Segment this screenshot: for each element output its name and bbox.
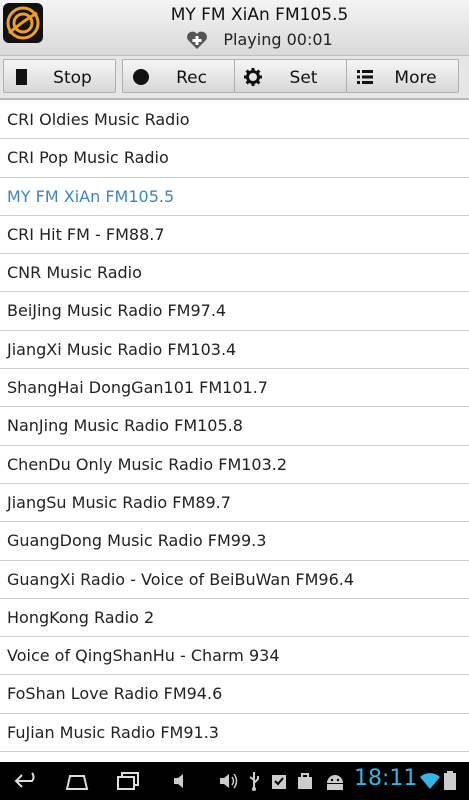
station-item[interactable]: Voice of QingShanHu - Charm 934 bbox=[0, 637, 469, 676]
store-bag-icon bbox=[298, 773, 312, 789]
station-item[interactable]: NanJing Music Radio FM105.8 bbox=[0, 407, 469, 446]
stop-label: Stop bbox=[53, 68, 92, 88]
station-item-active[interactable]: MY FM XiAn FM105.5 bbox=[0, 178, 469, 216]
android-debug-icon bbox=[327, 775, 343, 790]
toolbar: Stop Rec Set More bbox=[0, 56, 469, 100]
station-item[interactable]: FoShan Love Radio FM94.6 bbox=[0, 675, 469, 714]
app-logo-icon bbox=[3, 3, 43, 43]
system-navigation-bar: 18:11 bbox=[0, 762, 469, 800]
station-item[interactable]: CRI Hit FM - FM88.7 bbox=[0, 216, 469, 255]
playback-status: Playing 00:01 bbox=[50, 29, 469, 50]
battery-icon bbox=[444, 771, 456, 790]
back-icon[interactable] bbox=[14, 771, 40, 791]
gear-icon bbox=[244, 68, 262, 86]
now-playing-title: MY FM XiAn FM105.5 bbox=[170, 5, 349, 25]
record-button[interactable]: Rec bbox=[122, 59, 235, 93]
stop-icon bbox=[16, 69, 27, 85]
app-header: MY FM XiAn FM105.5 Playing 00:01 bbox=[0, 0, 469, 56]
station-item[interactable]: CRI Oldies Music Radio bbox=[0, 101, 469, 140]
system-clock: 18:11 bbox=[354, 766, 418, 791]
more-label: More bbox=[394, 68, 437, 88]
status-text: Playing 00:01 bbox=[223, 30, 333, 49]
station-item[interactable]: CNR Music Radio bbox=[0, 254, 469, 293]
station-item[interactable]: BeiJing Music Radio FM97.4 bbox=[0, 292, 469, 331]
download-done-icon bbox=[272, 775, 286, 789]
station-item[interactable]: HongKong Radio 2 bbox=[0, 599, 469, 638]
settings-button[interactable]: Set bbox=[234, 59, 347, 93]
record-label: Rec bbox=[176, 68, 207, 88]
list-menu-icon bbox=[357, 70, 373, 84]
station-item[interactable]: GuangXi Radio - Voice of BeiBuWan FM96.4 bbox=[0, 561, 469, 599]
station-item[interactable]: ShangHai DongGan101 FM101.7 bbox=[0, 369, 469, 408]
usb-icon bbox=[249, 772, 259, 791]
station-item[interactable]: JiangSu Music Radio FM89.7 bbox=[0, 484, 469, 523]
station-item[interactable]: GuangDong Music Radio FM99.3 bbox=[0, 522, 469, 561]
station-item[interactable]: ChenDu Only Music Radio FM103.2 bbox=[0, 446, 469, 484]
wifi-icon bbox=[420, 773, 440, 789]
more-button[interactable]: More bbox=[346, 59, 459, 93]
station-item[interactable]: CRI Pop Music Radio bbox=[0, 139, 469, 178]
station-item[interactable]: FuJian Music Radio FM91.3 bbox=[0, 714, 469, 753]
favorite-add-icon[interactable] bbox=[186, 30, 208, 50]
settings-label: Set bbox=[289, 68, 318, 88]
volume-up-icon[interactable] bbox=[218, 771, 240, 791]
home-icon[interactable] bbox=[64, 771, 90, 791]
station-item[interactable]: JiangXi Music Radio FM103.4 bbox=[0, 331, 469, 370]
stop-button[interactable]: Stop bbox=[3, 59, 116, 93]
station-list: CRI Oldies Music Radio CRI Pop Music Radi… bbox=[0, 101, 469, 753]
volume-down-icon[interactable] bbox=[172, 771, 188, 791]
recent-apps-icon[interactable] bbox=[115, 771, 141, 791]
record-icon bbox=[133, 69, 149, 85]
